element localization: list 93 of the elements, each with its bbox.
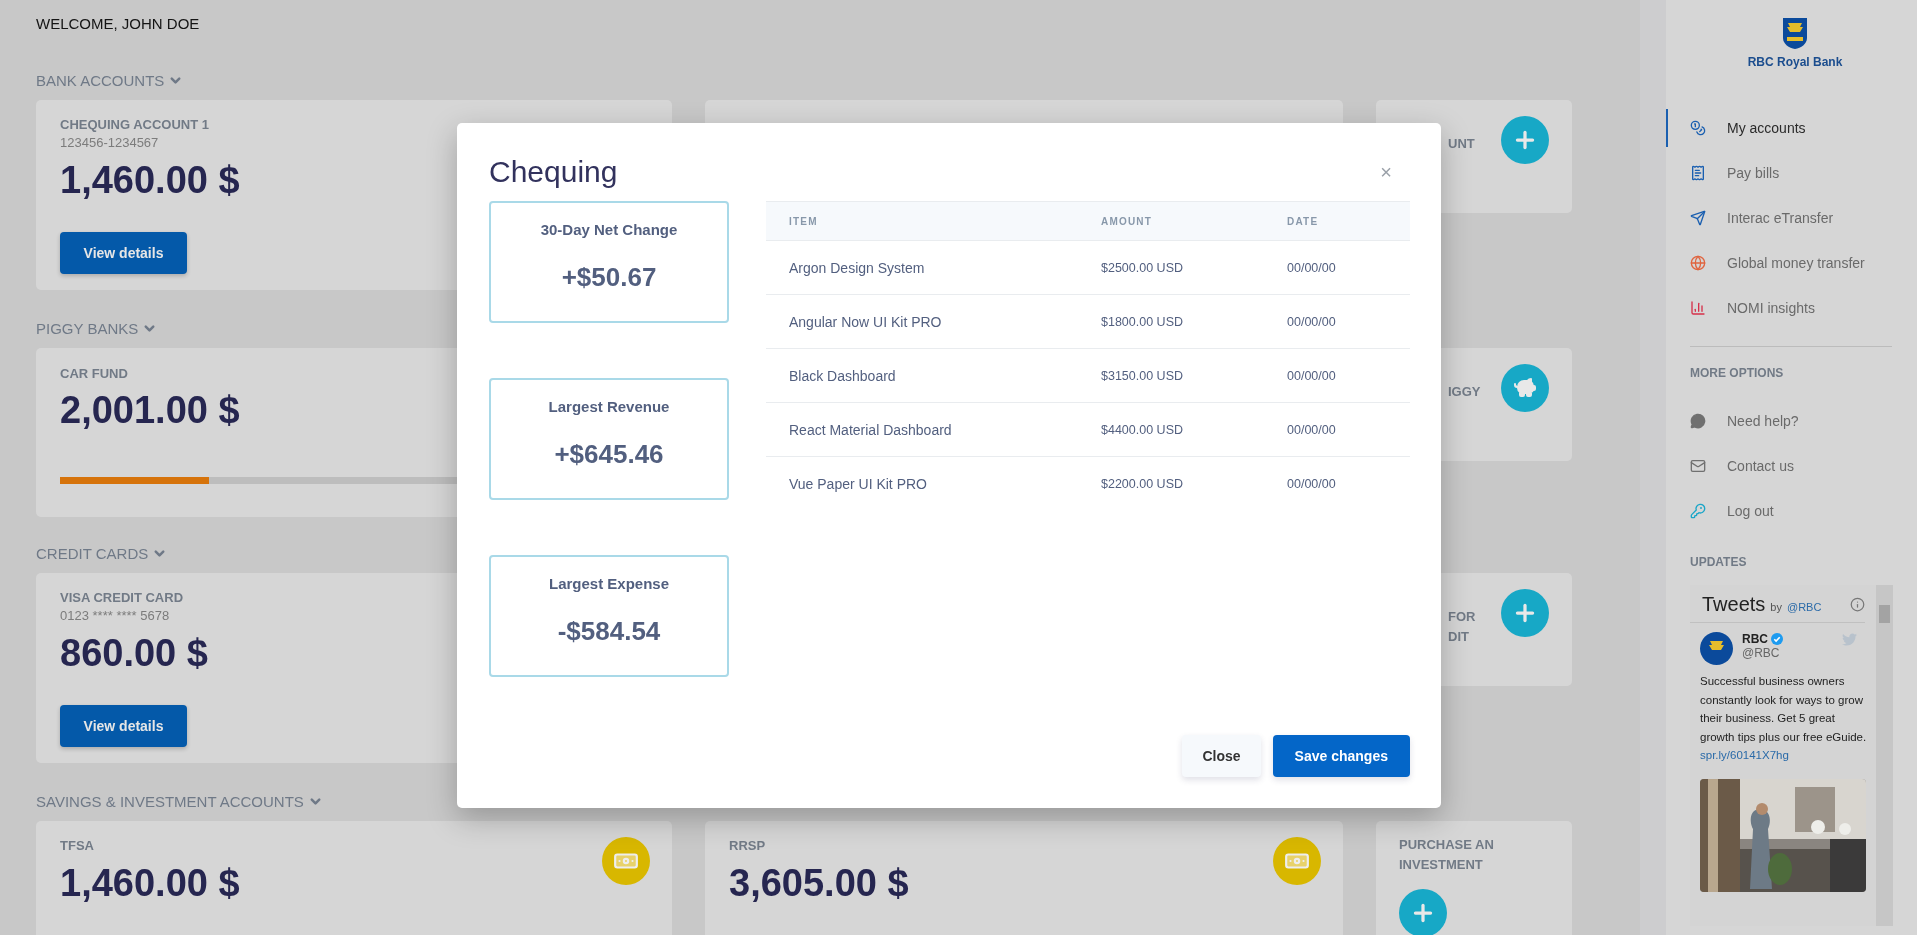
balance: 3,605.00 $ [729,861,909,905]
account-name: CHEQUING ACCOUNT 1 [60,116,210,134]
column-header: ITEM [766,201,1078,241]
envelope-icon [1690,457,1706,474]
piggy-bank-icon [1513,376,1537,400]
add-button[interactable] [1399,889,1447,935]
tweet-text: Successful business owners constantly look for ways to grow their business. Get 5 great growth tips plus our free eGuide. spr.ly/60141X7hg [1699,674,1868,763]
nav-item[interactable]: My accounts [1690,105,1917,150]
account-name: RRSP [729,837,766,855]
view-details-button[interactable]: View details [60,705,187,747]
active-indicator [1666,109,1668,147]
column-header: DATE [1264,201,1410,241]
save-button[interactable]: Save changes [1272,735,1410,777]
nav-item[interactable]: Global money transfer [1690,240,1917,285]
stat-label: Largest Revenue [548,398,670,415]
key-icon [1690,502,1706,519]
stat-value: +$645.46 [554,439,664,470]
card-title: INVESTMENT [1399,857,1483,872]
table-cell: 00/00/00 [1264,241,1410,295]
scrollbar[interactable] [1876,585,1893,926]
add-button[interactable] [1501,589,1549,637]
avatar-icon [1700,632,1733,665]
by-label: by [1770,601,1782,613]
section-title: UPDATES [1690,554,1748,570]
table-cell: Angular Now UI Kit PRO [766,295,1078,349]
table-cell-text: 00/00/00 [1286,476,1337,493]
table-cell: Black Dashboard [766,349,1078,403]
bird-icon [1842,632,1857,647]
section-title: BANK ACCOUNTS [36,71,165,89]
modal-title: Chequing [489,155,618,189]
nav-item[interactable]: Log out [1690,488,1917,533]
nav-item[interactable]: Contact us [1690,443,1917,488]
coins-icon [1690,119,1706,136]
balance: 1,460.00 $ [60,861,240,905]
table-cell: Argon Design System [766,241,1078,295]
author-name: RBC [1742,632,1768,646]
table-cell: $2500.00 USD [1078,241,1264,295]
welcome-title: WELCOME, JOHN DOE [36,14,201,34]
section-title: CREDIT CARDS [36,544,149,562]
nav-item[interactable]: Pay bills [1690,150,1917,195]
speech-bubble-icon [1690,412,1706,429]
table-cell: $4400.00 USD [1078,403,1264,457]
account-name: VISA CREDIT CARD [60,589,184,607]
close-button[interactable]: Close [1182,735,1261,777]
column-header: AMOUNT [1078,201,1264,241]
table-cell: $1800.00 USD [1078,295,1264,349]
close-button[interactable]: × [1378,160,1394,184]
nav-item[interactable]: Interac eTransfer [1690,195,1917,240]
info-icon[interactable] [1850,597,1865,612]
stat-value: +$50.67 [561,262,657,293]
banknote-icon [1273,837,1321,885]
nav-item[interactable]: NOMI insights [1690,285,1917,330]
handle-link[interactable]: @RBC [1787,601,1822,613]
account-number: 0123 **** **** 5678 [60,607,170,625]
nav-item[interactable]: Need help? [1690,398,1917,443]
balance: 860.00 $ [60,631,208,675]
card-title: PURCHASE AN [1399,837,1494,852]
logo-icon [1782,17,1808,50]
globe-icon [1690,254,1706,271]
balance: 1,460.00 $ [60,158,240,202]
table-cell-text: Vue Paper UI Kit PRO [788,475,928,494]
table-cell: 00/00/00 [1264,349,1410,403]
stat-label: Largest Expense [548,575,670,592]
card-title: FOR [1448,609,1476,624]
account-name: TFSA [60,837,94,855]
table-cell: 00/00/00 [1264,403,1410,457]
card-title: IGGY [1448,384,1481,399]
stat-label: 30-Day Net Change [540,221,678,238]
account-number: 123456-1234567 [60,134,159,152]
add-button[interactable] [1501,116,1549,164]
tweet-link[interactable]: spr.ly/60141X7hg [1700,749,1789,761]
table-cell: React Material Dashboard [766,403,1078,457]
author-handle: @RBC [1742,646,1781,660]
verified-icon [1771,633,1783,645]
piggy-bank-button[interactable] [1501,364,1549,412]
card-title: DIT [1448,629,1469,644]
paper-plane-icon [1690,209,1706,226]
card-title: UNT [1448,136,1475,151]
section-title: PIGGY BANKS [36,319,139,337]
balance: 2,001.00 $ [60,388,240,432]
receipt-icon [1690,164,1706,181]
table-cell: 00/00/00 [1264,295,1410,349]
widget-title: Tweets [1702,593,1766,616]
stat-value: -$584.54 [557,616,661,647]
banknote-icon [602,837,650,885]
account-name: CAR FUND [60,365,128,383]
table-cell: $3150.00 USD [1078,349,1264,403]
view-details-button[interactable]: View details [60,232,187,274]
section-title: SAVINGS & INVESTMENT ACCOUNTS [36,792,304,810]
section-title: MORE OPTIONS [1690,365,1785,381]
brand-name: RBC Royal Bank [1747,55,1843,69]
table-cell-text: $2200.00 USD [1100,476,1184,493]
bar-chart-icon [1690,299,1706,316]
